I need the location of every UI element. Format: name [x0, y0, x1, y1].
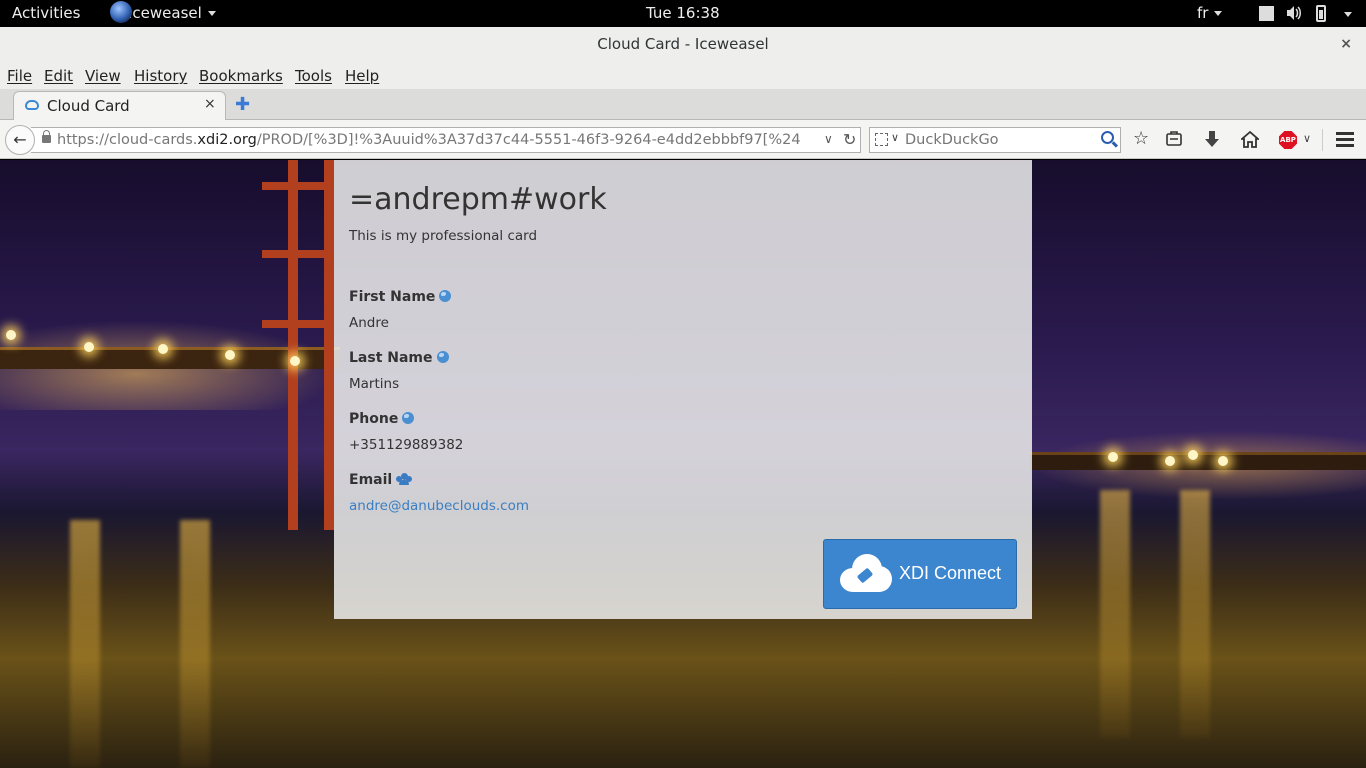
app-menu-label: Iceweasel: [128, 4, 202, 22]
url-text[interactable]: https://cloud-cards.xdi2.org/PROD/[%3D]!…: [57, 132, 801, 148]
window-title: Cloud Card - Iceweasel: [597, 35, 769, 53]
menu-file[interactable]: File: [7, 67, 32, 85]
search-engine-icon[interactable]: [875, 133, 888, 146]
menu-tools[interactable]: Tools: [295, 67, 332, 85]
iceweasel-logo-icon: [110, 1, 132, 23]
tab-strip: Cloud Card × ✚: [0, 89, 1366, 121]
lock-icon[interactable]: [42, 130, 51, 143]
chevron-down-icon: [1214, 11, 1223, 16]
card-divider: [349, 264, 1017, 265]
phone-value: +351129889382: [349, 437, 464, 453]
clock[interactable]: Tue 16:38: [646, 4, 720, 22]
keyboard-layout-label: fr: [1197, 4, 1209, 22]
menu-view[interactable]: View: [85, 67, 121, 85]
phone-label: Phone: [349, 411, 415, 427]
phone-label-text: Phone: [349, 411, 399, 427]
cloud-plug-icon: [840, 554, 892, 594]
activities-button[interactable]: Activities: [12, 4, 80, 22]
chevron-down-icon[interactable]: ∨: [891, 131, 899, 144]
first-name-label: First Name: [349, 289, 452, 305]
tab-cloud-card[interactable]: Cloud Card ×: [13, 91, 226, 121]
water-reflection: [180, 520, 210, 768]
bridge-deck: [1030, 452, 1366, 470]
window-close-button[interactable]: ×: [1340, 27, 1352, 61]
first-name-value: Andre: [349, 315, 389, 331]
adblock-plus-icon[interactable]: ABP: [1279, 131, 1297, 149]
window-title-bar: Cloud Card - Iceweasel ×: [0, 27, 1366, 63]
hamburger-menu-icon[interactable]: [1336, 132, 1354, 150]
menu-edit[interactable]: Edit: [44, 67, 73, 85]
bridge-lamp: [1165, 456, 1175, 466]
water-reflection: [1100, 490, 1130, 738]
globe-icon: [436, 351, 449, 363]
tab-label: Cloud Card: [47, 97, 130, 115]
toolbar-separator: [1322, 129, 1323, 151]
menu-bar: File Edit View History Bookmarks Tools H…: [0, 63, 1366, 89]
battery-icon[interactable]: [1316, 5, 1326, 22]
new-tab-button[interactable]: ✚: [235, 94, 250, 115]
bridge-lamp: [225, 350, 235, 360]
bridge-lamp: [1188, 450, 1198, 460]
menu-bookmarks[interactable]: Bookmarks: [199, 67, 283, 85]
url-domain: xdi2.org: [197, 132, 257, 148]
water-reflection: [70, 520, 100, 768]
url-bar[interactable]: https://cloud-cards.xdi2.org/PROD/[%3D]!…: [31, 127, 861, 153]
search-input[interactable]: [905, 128, 1095, 152]
email-label-text: Email: [349, 472, 393, 488]
page-content: =andrepm#work This is my professional ca…: [0, 160, 1366, 768]
bridge-lamp: [84, 342, 94, 352]
download-icon[interactable]: [1204, 131, 1220, 154]
globe-icon: [439, 290, 452, 302]
reload-icon[interactable]: ↻: [843, 130, 856, 149]
reading-list-icon[interactable]: [1166, 131, 1182, 152]
water-reflection: [1180, 490, 1210, 738]
cloud-favicon-icon: [25, 100, 39, 110]
bookmark-star-icon[interactable]: ☆: [1133, 129, 1149, 149]
url-history-dropdown-icon[interactable]: ∨: [824, 132, 833, 146]
last-name-label: Last Name: [349, 350, 449, 366]
keyboard-layout-menu[interactable]: fr: [1197, 4, 1223, 22]
bridge-lamp: [6, 330, 16, 340]
system-menu-chevron-icon[interactable]: [1344, 12, 1352, 17]
menu-help[interactable]: Help: [345, 67, 379, 85]
cloud-card-panel: =andrepm#work This is my professional ca…: [334, 160, 1032, 619]
email-link[interactable]: andre@danubeclouds.com: [349, 498, 529, 514]
tab-close-button[interactable]: ×: [204, 96, 216, 112]
bridge-lamp: [158, 344, 168, 354]
window-indicator-icon[interactable]: [1259, 6, 1274, 21]
home-icon[interactable]: [1239, 130, 1261, 153]
globe-icon: [402, 412, 415, 424]
bridge-lamp: [1218, 456, 1228, 466]
xdi-connect-button[interactable]: XDI Connect: [823, 539, 1017, 609]
app-menu[interactable]: Iceweasel: [110, 1, 216, 23]
last-name-value: Martins: [349, 376, 400, 392]
card-title: =andrepm#work: [349, 182, 607, 217]
xdi-connect-label: XDI Connect: [899, 563, 1002, 583]
url-suffix: /PROD/[%3D]!%3Auuid%3A37d37c44-5551-46f3…: [256, 132, 801, 148]
menu-history[interactable]: History: [134, 67, 187, 85]
card-description: This is my professional card: [349, 228, 538, 244]
last-name-label-text: Last Name: [349, 350, 433, 366]
bridge-tower: [262, 160, 334, 530]
chevron-down-icon: [207, 11, 216, 16]
bridge-lamp: [290, 356, 300, 366]
search-icon[interactable]: [1101, 131, 1114, 144]
bridge-lamp: [1108, 452, 1118, 462]
gnome-top-bar: Activities Iceweasel Tue 16:38 fr: [0, 0, 1366, 27]
chevron-down-icon[interactable]: ∨: [1303, 132, 1311, 145]
back-button[interactable]: ←: [5, 125, 35, 155]
volume-icon[interactable]: [1286, 5, 1302, 25]
group-icon: [396, 473, 413, 485]
first-name-label-text: First Name: [349, 289, 436, 305]
email-label: Email: [349, 472, 413, 488]
url-prefix: https://cloud-cards.: [57, 132, 198, 148]
navigation-bar: https://cloud-cards.xdi2.org/PROD/[%3D]!…: [0, 120, 1366, 159]
back-arrow-icon: ←: [13, 130, 27, 149]
search-bar[interactable]: ∨: [869, 127, 1121, 153]
